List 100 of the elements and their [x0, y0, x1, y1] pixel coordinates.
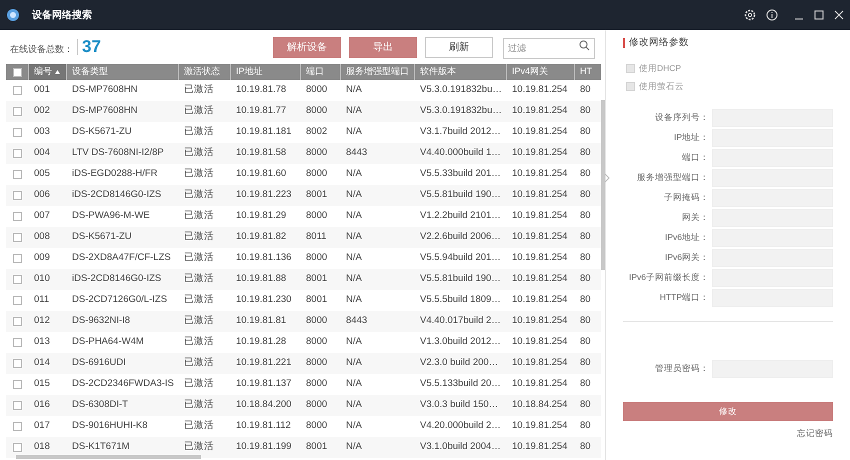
table-cell: 已激活	[184, 441, 214, 452]
table-row[interactable]: 008 DS-K5671-ZU 已激活 10.19.81.82 8011 N/A V2.2.6build 2006… 10.19.81.254 80	[6, 227, 601, 248]
table-cell: 已激活	[184, 315, 214, 326]
table-cell: 8001	[306, 441, 328, 452]
table-cell: DS-6308DI-T	[72, 399, 128, 410]
row-checkbox[interactable]	[12, 149, 22, 158]
table-cell: 已激活	[184, 378, 214, 390]
table-cell: DS-2CD7126G0/L-IZS	[72, 294, 168, 306]
row-checkbox[interactable]	[12, 443, 22, 452]
table-cell: 10.19.81.221	[236, 357, 292, 368]
table-cell: N/A	[346, 252, 362, 264]
table-cell: 8002	[306, 126, 328, 138]
table-cell: N/A	[346, 189, 362, 200]
row-checkbox[interactable]	[12, 128, 22, 137]
table-cell: N/A	[346, 168, 362, 180]
close-icon[interactable]	[834, 10, 844, 20]
table-row[interactable]: 012 DS-9632NI-I8 已激活 10.19.81.81 8000 8443 V4.40.017build 2… 10.19.81.254 80	[6, 311, 601, 332]
table-cell: V5.3.0.191832bu…	[420, 105, 502, 116]
filter-field[interactable]: 过滤	[503, 38, 595, 58]
row-checkbox[interactable]	[12, 107, 22, 116]
row-checkbox[interactable]	[12, 191, 22, 200]
row-checkbox[interactable]	[12, 338, 22, 347]
table-cell: 80	[580, 105, 591, 116]
row-checkbox[interactable]	[12, 86, 22, 95]
row-checkbox[interactable]	[12, 212, 22, 221]
table-cell: 10.19.81.254	[512, 126, 568, 138]
table-cell: 80	[580, 294, 591, 306]
row-checkbox[interactable]	[12, 359, 22, 368]
table-cell: 已激活	[184, 210, 214, 222]
table-cell: 已激活	[184, 84, 214, 96]
table-cell: 80	[580, 357, 591, 368]
table-cell: V2.2.6build 2006…	[420, 231, 501, 242]
table-cell: 10.19.81.181	[236, 126, 292, 138]
table-row[interactable]: 010 iDS-2CD8146G0-IZS 已激活 10.19.81.88 8001 N/A V5.5.81build 190… 10.19.81.254 80	[6, 269, 601, 290]
table-cell: 80	[580, 441, 591, 452]
table-cell: DS-K5671-ZU	[72, 231, 132, 242]
row-checkbox[interactable]	[12, 275, 22, 284]
row-checkbox[interactable]	[12, 401, 22, 410]
row-checkbox[interactable]	[12, 422, 22, 431]
forgot-password-link[interactable]: 忘记密码	[797, 426, 833, 440]
row-checkbox[interactable]	[12, 380, 22, 389]
table-cell: 10.19.81.199	[236, 441, 292, 452]
table-cell: DS-9016HUHI-K8	[72, 420, 148, 432]
settings-icon[interactable]	[744, 9, 756, 21]
table-cell: V5.5.133build 20…	[420, 378, 501, 390]
table-cell: 016	[34, 399, 50, 410]
table-cell: N/A	[346, 399, 362, 410]
table-row[interactable]: 018 DS-K1T671M 已激活 10.19.81.199 8001 N/A V3.1.0build 2004… 10.19.81.254 80	[6, 437, 601, 458]
table-cell: N/A	[346, 420, 362, 432]
maximize-icon[interactable]	[814, 10, 824, 20]
table-cell: V5.5.81build 190…	[420, 189, 501, 200]
table-cell: 10.19.81.254	[512, 147, 568, 158]
select-all-checkbox[interactable]	[12, 68, 22, 76]
table-cell: 已激活	[184, 189, 214, 200]
row-checkbox[interactable]	[12, 254, 22, 263]
table-cell: 80	[580, 336, 591, 348]
row-checkbox[interactable]	[12, 317, 22, 326]
table-cell: 8000	[306, 147, 328, 158]
table-cell: N/A	[346, 105, 362, 116]
vertical-scrollbar[interactable]	[601, 100, 605, 270]
field-label: IPv6子网前缀长度：	[628, 271, 709, 284]
row-checkbox[interactable]	[12, 233, 22, 242]
refresh-button[interactable]: 刷新	[425, 36, 493, 58]
table-cell: 10.19.81.223	[236, 189, 292, 200]
table-row[interactable]: 002 DS-MP7608HN 已激活 10.19.81.77 8000 N/A V5.3.0.191832bu… 10.19.81.254 80	[6, 101, 601, 122]
table-cell: 8000	[306, 168, 328, 180]
table-cell: N/A	[346, 210, 362, 222]
table-cell: V4.20.000build 2…	[420, 420, 501, 432]
table-cell: 8443	[346, 147, 368, 158]
table-cell: V4.40.017build 2…	[420, 315, 501, 326]
table-cell: 8000	[306, 315, 328, 326]
table-cell: 已激活	[184, 399, 214, 410]
table-row[interactable]: 016 DS-6308DI-T 已激活 10.18.84.200 8000 N/A V3.0.3 build 150… 10.18.84.254 80	[6, 395, 601, 416]
table-cell: DS-2XD8A47F/CF-LZS	[72, 252, 171, 264]
row-checkbox[interactable]	[12, 296, 22, 305]
device-count-label: 在线设备总数：	[10, 43, 73, 56]
table-cell: 8000	[306, 399, 328, 410]
table-cell: 10.18.84.200	[236, 399, 292, 410]
table-cell: 80	[580, 84, 591, 96]
table-row[interactable]: 004 LTV DS-7608NI-I2/8P 已激活 10.19.81.58 8000 8443 V4.40.000build 1… 10.19.81.254 80	[6, 143, 601, 164]
table-cell: DS-6916UDI	[72, 357, 126, 368]
table-cell: V5.3.0.191832bu…	[420, 84, 502, 96]
table-cell: 10.19.81.112	[236, 420, 291, 432]
table-cell: 8001	[306, 294, 328, 306]
horizontal-scrollbar[interactable]	[16, 455, 201, 459]
table-row[interactable]: 006 iDS-2CD8146G0-IZS 已激活 10.19.81.223 8001 N/A V5.5.81build 190… 10.19.81.254 80	[6, 185, 601, 206]
sort-ascending-icon[interactable]	[55, 70, 60, 74]
row-checkbox[interactable]	[12, 170, 22, 179]
table-cell: 80	[580, 378, 591, 390]
option-label: 使用DHCP	[639, 62, 682, 75]
table-cell: 80	[580, 420, 591, 432]
column-header[interactable]: 编号	[28, 64, 66, 80]
table-row[interactable]: 014 DS-6916UDI 已激活 10.19.81.221 8000 N/A V2.3.0 build 200… 10.19.81.254 80	[6, 353, 601, 374]
table-cell: 10.19.81.254	[512, 189, 568, 200]
table-cell: DS-MP7608HN	[72, 105, 138, 116]
table-cell: 10.19.81.137	[236, 378, 292, 390]
info-icon[interactable]	[766, 9, 778, 21]
table-cell: N/A	[346, 378, 362, 390]
table-cell: 已激活	[184, 357, 214, 368]
search-icon[interactable]	[579, 40, 590, 51]
